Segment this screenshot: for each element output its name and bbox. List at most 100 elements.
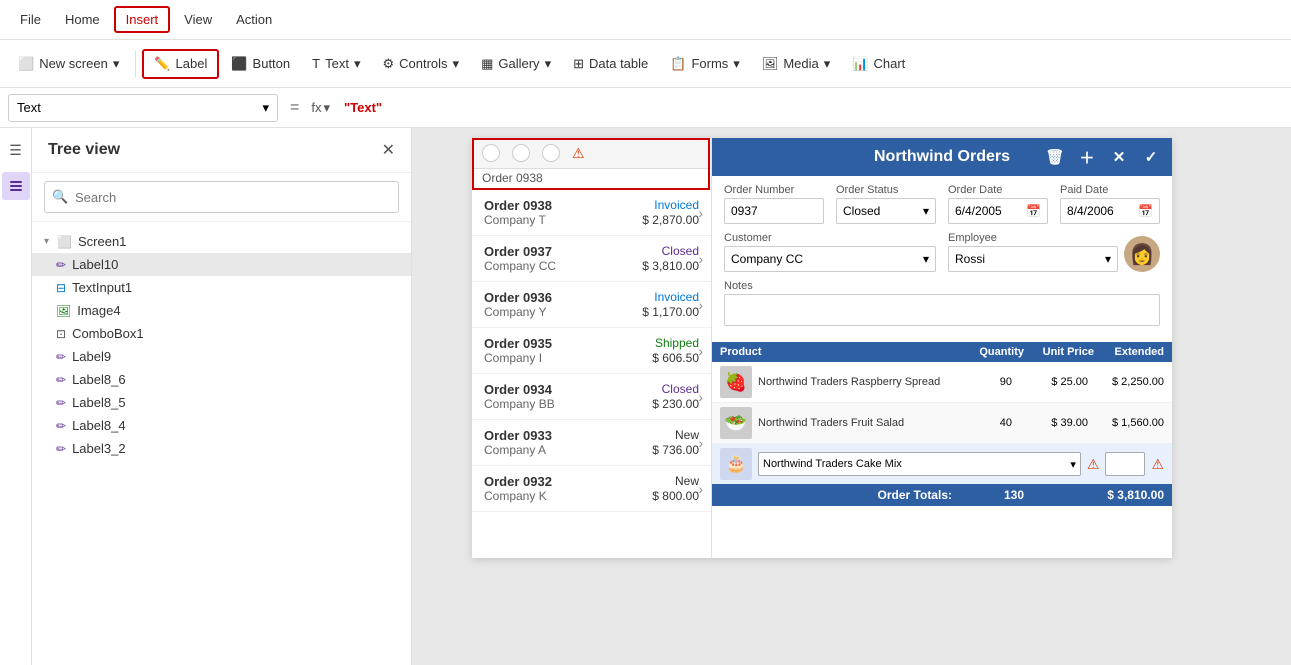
tree-item-label8-6[interactable]: ✏ Label8_6: [32, 368, 411, 391]
menu-action[interactable]: Action: [226, 8, 282, 31]
customer-input[interactable]: Company CC ▾: [724, 246, 936, 272]
status-chevron-icon: ▾: [923, 204, 929, 218]
forms-button[interactable]: 📋 Forms ▾: [660, 51, 750, 77]
order-number-value: 0937: [731, 204, 758, 218]
product-name-2: Northwind Traders Fruit Salad: [758, 417, 946, 429]
tree-close-button[interactable]: ✕: [382, 140, 395, 160]
edit-dropdown-chevron: ▾: [1070, 458, 1076, 471]
tree-item-label10[interactable]: ✏ Label10: [32, 253, 411, 276]
order-num: Order 0938: [484, 198, 552, 213]
text-button[interactable]: T Text ▾: [302, 51, 370, 77]
order-nav-arrow: ›: [698, 481, 703, 497]
expand-icon: ▾: [44, 236, 49, 247]
data-table-button[interactable]: ⊞ Data table: [563, 51, 658, 77]
notes-input[interactable]: [724, 294, 1160, 326]
list-item[interactable]: Order 0935 Shipped Company I $ 606.50 ›: [472, 328, 711, 374]
orders-list: ⚠ Order 0938 Order 0938 Invoiced Company…: [472, 138, 712, 558]
menu-bar: File Home Insert View Action: [0, 0, 1291, 40]
order-status-value: Closed: [843, 204, 880, 218]
forms-icon: 📋: [670, 56, 686, 72]
confirm-icon[interactable]: ✓: [1138, 144, 1164, 170]
close-icon[interactable]: ✕: [1106, 144, 1132, 170]
customer-value: Company CC: [731, 252, 803, 266]
products-header: Product Quantity Unit Price Extended: [712, 342, 1172, 362]
products-table: Product Quantity Unit Price Extended 🍓 N…: [712, 342, 1172, 506]
employee-field: Employee Rossi ▾ 👩: [948, 232, 1160, 272]
col-product: Product: [720, 346, 964, 358]
chart-button[interactable]: 📊 Chart: [842, 51, 915, 77]
tree-item-textinput1[interactable]: ⊟ TextInput1: [32, 276, 411, 299]
tree-item-screen1[interactable]: ▾ ⬜ Screen1: [32, 230, 411, 253]
list-item[interactable]: Order 0938 Invoiced Company T $ 2,870.00…: [472, 190, 711, 236]
forms-chevron-icon: ▾: [733, 56, 740, 72]
label3-2-icon: ✏: [56, 442, 66, 456]
sidebar-menu-icon[interactable]: ☰: [2, 136, 30, 164]
label-button[interactable]: ✏️ Label: [142, 49, 219, 79]
order-company: Company T: [484, 213, 546, 227]
add-icon[interactable]: ＋: [1074, 144, 1100, 170]
canvas-area[interactable]: ⚠ Order 0938 Order 0938 Invoiced Company…: [412, 128, 1291, 665]
tree-item-combobox1[interactable]: ⊡ ComboBox1: [32, 322, 411, 345]
tree-item-label9[interactable]: ✏ Label9: [32, 345, 411, 368]
order-date-value: 6/4/2005: [955, 204, 1002, 218]
notes-field: Notes: [724, 280, 1160, 326]
tree-view-title: Tree view: [48, 141, 120, 159]
edit-quantity-input[interactable]: [1105, 452, 1145, 476]
media-icon: 🖼: [762, 56, 779, 72]
paid-date-field: Paid Date 8/4/2006 📅: [1060, 184, 1160, 224]
formula-selector[interactable]: Text ▾: [8, 94, 278, 122]
form-row-1: Order Number 0937 Order Status Closed ▾: [724, 184, 1160, 224]
product-qty-1: 90: [952, 376, 1012, 388]
list-item[interactable]: Order 0936 Invoiced Company Y $ 1,170.00…: [472, 282, 711, 328]
list-item[interactable]: Order 0937 Closed Company CC $ 3,810.00 …: [472, 236, 711, 282]
tree-item-label8-5[interactable]: ✏ Label8_5: [32, 391, 411, 414]
menu-home[interactable]: Home: [55, 8, 110, 31]
fx-button[interactable]: fx ▾: [311, 100, 330, 116]
order-status-label: Order Status: [836, 184, 936, 196]
gallery-button[interactable]: ▦ Gallery ▾: [471, 51, 561, 77]
order-date-input[interactable]: 6/4/2005 📅: [948, 198, 1048, 224]
text-chevron-icon: ▾: [354, 56, 361, 72]
tree-item-label3-2[interactable]: ✏ Label3_2: [32, 437, 411, 460]
button-button[interactable]: ⬛ Button: [221, 51, 300, 77]
paid-date-input[interactable]: 8/4/2006 📅: [1060, 198, 1160, 224]
button-icon: ⬛: [231, 56, 247, 72]
order-number-input[interactable]: 0937: [724, 198, 824, 224]
controls-button[interactable]: ⚙ Controls ▾: [372, 51, 469, 77]
tree-item-image4[interactable]: 🖼 Image4: [32, 299, 411, 322]
list-item[interactable]: Order 0932 New Company K $ 800.00 ›: [472, 466, 711, 512]
order-status-input[interactable]: Closed ▾: [836, 198, 936, 224]
order-number-field: Order Number 0937: [724, 184, 824, 224]
edit-product-value: Northwind Traders Cake Mix: [763, 458, 902, 470]
menu-view[interactable]: View: [174, 8, 222, 31]
label-icon: ✏️: [154, 56, 170, 72]
sidebar-icons: ☰: [0, 128, 32, 665]
formula-value[interactable]: "Text": [336, 100, 390, 115]
tree-item-label8-4[interactable]: ✏ Label8_4: [32, 414, 411, 437]
employee-input[interactable]: Rossi ▾: [948, 246, 1118, 272]
list-item[interactable]: Order 0934 Closed Company BB $ 230.00 ›: [472, 374, 711, 420]
app-preview: ⚠ Order 0938 Order 0938 Invoiced Company…: [472, 138, 1172, 558]
search-input[interactable]: [44, 181, 399, 213]
new-screen-button[interactable]: ⬜ New screen ▾: [8, 51, 129, 77]
menu-file[interactable]: File: [10, 8, 51, 31]
label8-6-icon: ✏: [56, 373, 66, 387]
sidebar-layers-icon[interactable]: [2, 172, 30, 200]
employee-chevron-icon: ▾: [1105, 252, 1111, 266]
order-num: Order 0933: [484, 428, 552, 443]
list-item[interactable]: Order 0933 New Company A $ 736.00 ›: [472, 420, 711, 466]
product-dropdown[interactable]: Northwind Traders Cake Mix ▾: [758, 452, 1081, 476]
media-chevron-icon: ▾: [824, 56, 831, 72]
notes-label: Notes: [724, 280, 1160, 292]
delete-icon[interactable]: 🗑: [1042, 144, 1068, 170]
image4-label: Image4: [77, 303, 120, 318]
order-nav-arrow: ›: [698, 343, 703, 359]
tree-content: ▾ ⬜ Screen1 ✏ Label10 ⊟ TextInput1 🖼 Ima…: [32, 222, 411, 665]
label3-2-label: Label3_2: [72, 441, 126, 456]
product-ext-2: $ 1,560.00: [1094, 417, 1164, 429]
formula-bar: Text ▾ = fx ▾ "Text": [0, 88, 1291, 128]
image-icon: 🖼: [56, 304, 71, 318]
media-button[interactable]: 🖼 Media ▾: [752, 51, 840, 77]
label9-icon: ✏: [56, 350, 66, 364]
menu-insert[interactable]: Insert: [114, 6, 171, 33]
